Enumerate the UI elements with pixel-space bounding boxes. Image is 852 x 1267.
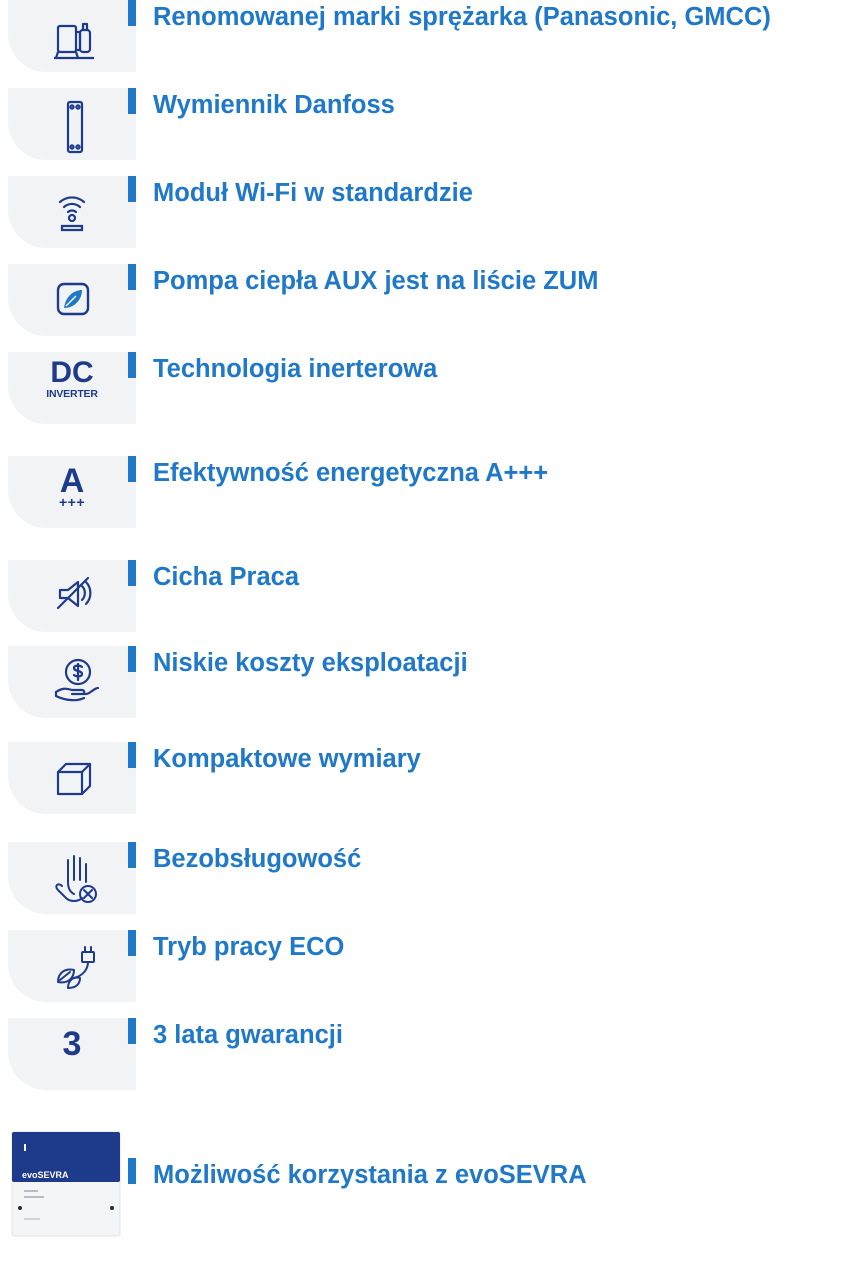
accent-bar [128, 930, 136, 956]
svg-text:evoSEVRA: evoSEVRA [22, 1170, 69, 1180]
feature-label: Cicha Praca [153, 563, 300, 591]
feature-row: Tryb pracy ECO [0, 930, 852, 1002]
feature-label: 3 lata gwarancji [153, 1021, 343, 1049]
icon-tile [8, 176, 136, 248]
evosevra-device-icon: evoSEVRA [11, 1131, 121, 1237]
feature-row: evoSEVRA Możliwość korzystania z evoSEVR… [0, 1131, 852, 1237]
heat-exchanger-icon [66, 100, 84, 154]
feature-label: Niskie koszty eksploatacji [153, 649, 468, 677]
feature-label: Technologia inerterowa [153, 355, 438, 383]
compressor-icon [54, 22, 94, 60]
feature-row: Wymiennik Danfoss [0, 88, 852, 160]
accent-bar [128, 560, 136, 586]
icon-tile [8, 930, 136, 1002]
feature-label: Możliwość korzystania z evoSEVRA [153, 1161, 587, 1189]
icon-tile [8, 88, 136, 160]
feature-label: Tryb pracy ECO [153, 933, 345, 961]
feature-label: Moduł Wi-Fi w standardzie [153, 179, 473, 207]
accent-bar [128, 646, 136, 672]
feature-label: Efektywność energetyczna A+++ [153, 459, 549, 487]
feature-row: Cicha Praca [0, 560, 852, 632]
feature-label: Kompaktowe wymiary [153, 745, 421, 773]
feature-row: A +++ Efektywność energetyczna A+++ [0, 456, 852, 528]
accent-bar [128, 0, 136, 26]
icon-tile [8, 742, 136, 814]
dc-inverter-icon: DC INVERTER [46, 356, 98, 401]
icon-tile: 3 [8, 1018, 136, 1090]
icon-tile [8, 0, 136, 72]
feature-row: DC INVERTER Technologia inerterowa [0, 352, 852, 424]
eco-plug-leaf-icon [57, 946, 95, 989]
accent-bar [128, 88, 136, 114]
accent-bar [128, 176, 136, 202]
icon-tile [8, 842, 136, 914]
wifi-icon [58, 196, 86, 232]
energy-class-icon: A +++ [58, 462, 86, 510]
accent-bar [128, 842, 136, 868]
money-hand-icon [54, 658, 100, 702]
hand-cross-icon [55, 855, 97, 903]
accent-bar [128, 352, 136, 378]
accent-bar [128, 1018, 136, 1044]
accent-bar [128, 264, 136, 290]
feature-label: Pompa ciepła AUX jest na liście ZUM [153, 267, 599, 295]
icon-tile: DC INVERTER [8, 352, 136, 424]
feature-row: Renomowanej marki sprężarka (Panasonic, … [0, 0, 852, 72]
feature-label: Bezobsługowość [153, 845, 362, 873]
feature-row: Niskie koszty eksploatacji [0, 646, 852, 718]
accent-bar [128, 456, 136, 482]
icon-tile [8, 560, 136, 632]
feature-label: Renomowanej marki sprężarka (Panasonic, … [153, 3, 771, 31]
icon-tile: evoSEVRA [8, 1131, 136, 1237]
warranty-icon: 3 [62, 1025, 82, 1063]
leaf-badge-icon [56, 282, 90, 316]
icon-tile [8, 264, 136, 336]
feature-row: Kompaktowe wymiary [0, 742, 852, 814]
mute-speaker-icon [56, 576, 92, 610]
feature-row: Pompa ciepła AUX jest na liście ZUM [0, 264, 852, 336]
feature-row: Moduł Wi-Fi w standardzie [0, 176, 852, 248]
accent-bar [128, 742, 136, 768]
icon-tile: A +++ [8, 456, 136, 528]
icon-tile [8, 646, 136, 718]
feature-row: 3 3 lata gwarancji [0, 1018, 852, 1090]
feature-row: Bezobsługowość [0, 842, 852, 914]
feature-label: Wymiennik Danfoss [153, 91, 395, 119]
cube-icon [56, 762, 92, 796]
accent-bar [128, 1158, 136, 1184]
